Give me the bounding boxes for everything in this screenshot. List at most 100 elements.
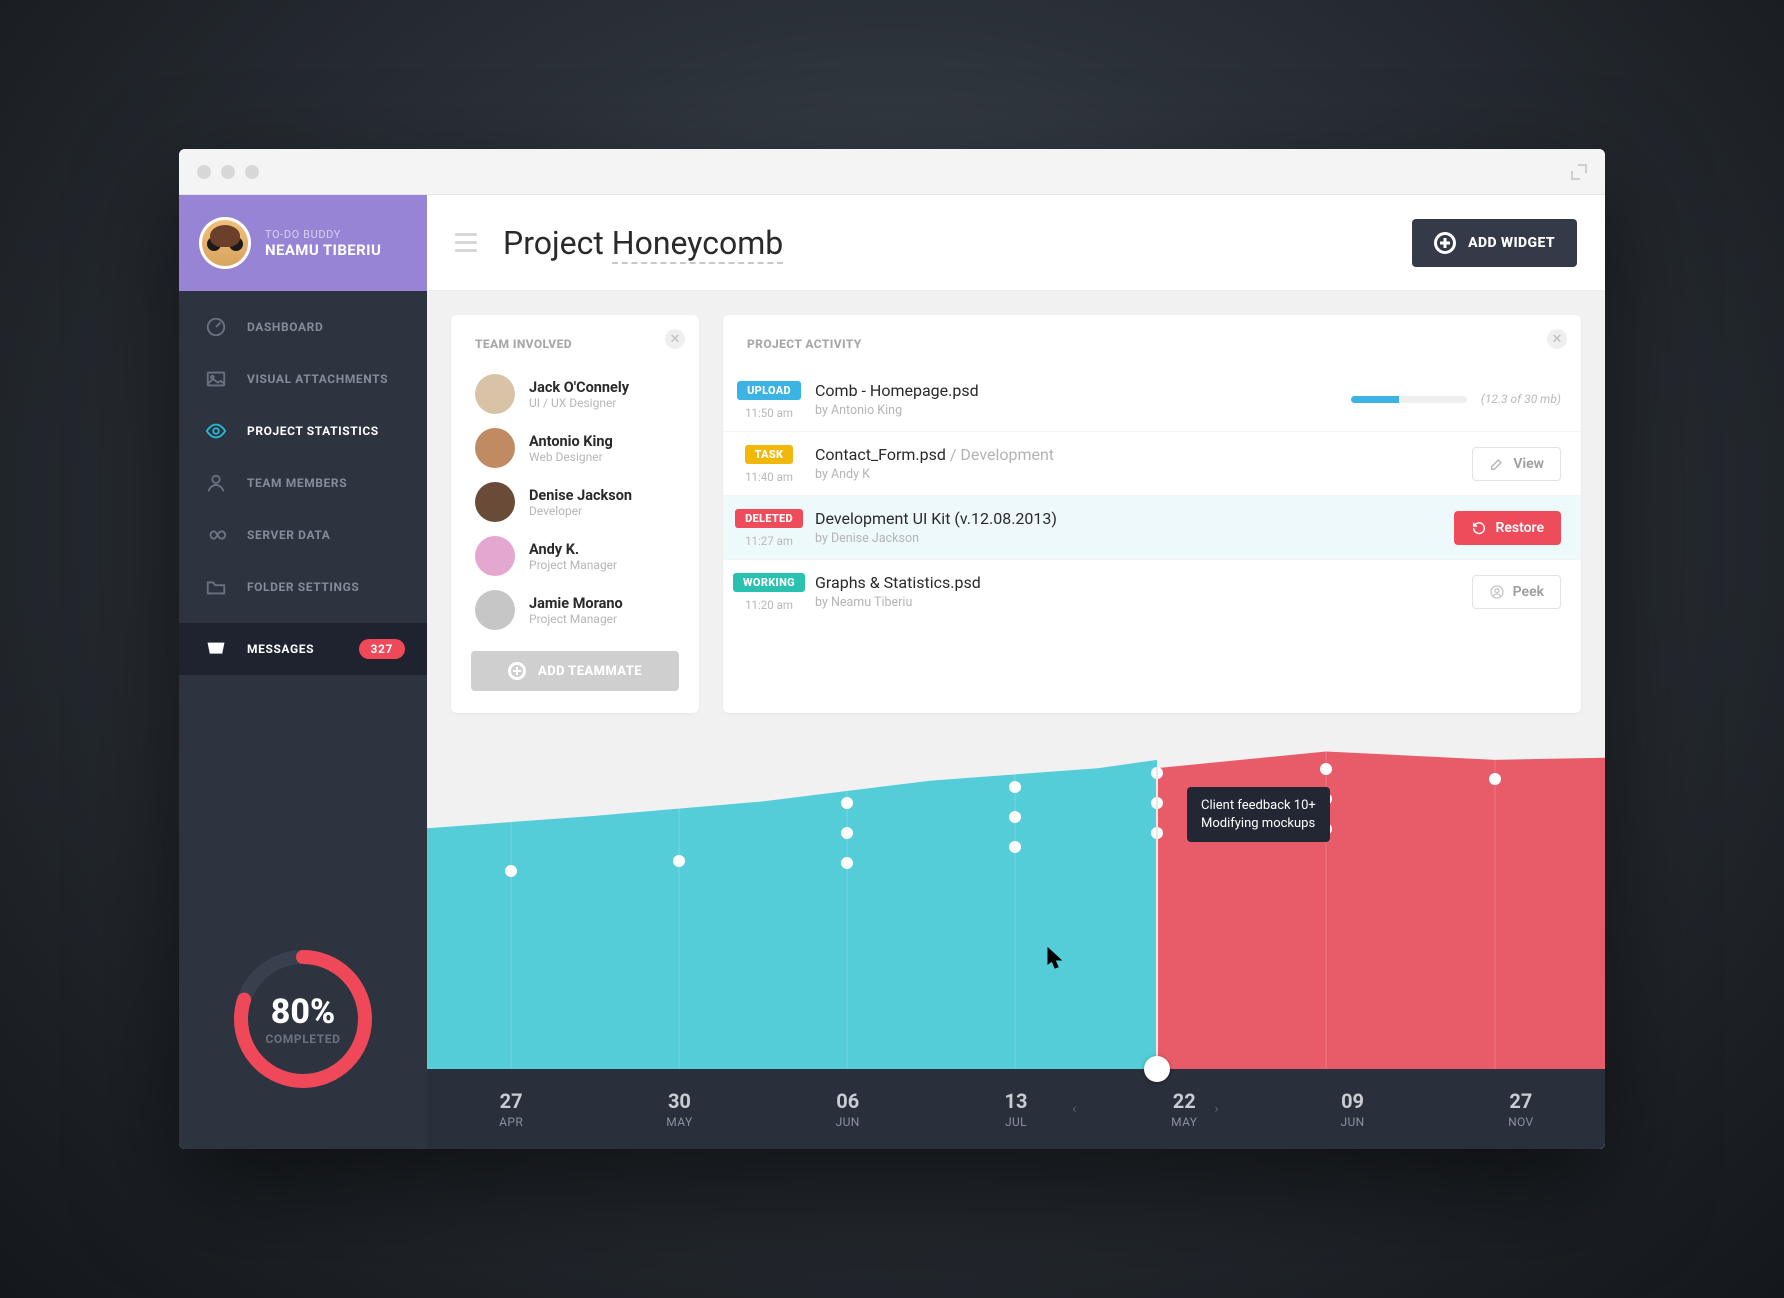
team-role: Project Manager [529, 558, 617, 572]
activity-row[interactable]: DELETED 11:27 am Development UI Kit (v.1… [723, 495, 1581, 559]
page-title: Project Honeycomb [503, 224, 783, 262]
timeline-arrows: ‹› [1072, 1101, 1218, 1117]
window-controls [197, 165, 259, 179]
activity-title-text: Graphs & Statistics.psd [815, 573, 1351, 592]
team-row[interactable]: Jack O'ConnelyUI / UX Designer [451, 367, 699, 421]
team-title: TEAM INVOLVED [451, 315, 699, 367]
gauge-icon [205, 316, 227, 338]
upload-progress [1351, 396, 1467, 403]
chart-point [1009, 781, 1021, 793]
timeline[interactable]: 27APR 30MAY 06JUN 13JUL ‹› 22MAY 09JUN 2… [427, 1069, 1605, 1149]
main: Project Honeycomb ADD WIDGET ✕ TEAM INVO… [427, 195, 1605, 1149]
close-icon[interactable]: ✕ [1547, 329, 1567, 349]
plus-circle-icon [1434, 232, 1456, 254]
user-circle-icon [1489, 584, 1505, 600]
close-icon[interactable]: ✕ [665, 329, 685, 349]
activity-title-text: Contact_Form.psd / Development [815, 445, 1351, 464]
profile-text: TO-DO BUDDY NEAMU TIBERIU [265, 228, 381, 259]
activity-row[interactable]: WORKING 11:20 am Graphs & Statistics.psd… [723, 559, 1581, 623]
eye-icon [205, 420, 227, 442]
team-row[interactable]: Andy K.Project Manager [451, 529, 699, 583]
view-button[interactable]: View [1472, 447, 1561, 481]
nav-label: VISUAL ATTACHMENTS [247, 372, 388, 386]
statistics-chart[interactable]: Client feedback 10+ Modifying mockups [427, 737, 1605, 1069]
header: Project Honeycomb ADD WIDGET [427, 195, 1605, 291]
chart-point [1009, 811, 1021, 823]
upload-size: (12.3 of 30 mb) [1481, 392, 1561, 406]
activity-card: ✕ PROJECT ACTIVITY UPLOAD 11:50 am Comb … [723, 315, 1581, 713]
team-name: Andy K. [529, 541, 617, 558]
timeline-col[interactable]: 06JUN [764, 1069, 932, 1149]
add-widget-button[interactable]: ADD WIDGET [1412, 219, 1577, 267]
profile-label: TO-DO BUDDY [265, 228, 381, 241]
activity-title-text: Development UI Kit (v.12.08.2013) [815, 509, 1351, 528]
team-row[interactable]: Antonio KingWeb Designer [451, 421, 699, 475]
peek-button[interactable]: Peek [1472, 575, 1561, 609]
nav-label: DASHBOARD [247, 320, 323, 334]
chart-point [841, 857, 853, 869]
team-row[interactable]: Denise JacksonDeveloper [451, 475, 699, 529]
nav-folder-settings[interactable]: FOLDER SETTINGS [179, 561, 427, 613]
timeline-col[interactable]: 27APR [427, 1069, 595, 1149]
activity-time: 11:27 am [723, 534, 815, 548]
profile-block[interactable]: TO-DO BUDDY NEAMU TIBERIU [179, 195, 427, 291]
timeline-col[interactable]: 30MAY [595, 1069, 763, 1149]
window-min-dot[interactable] [221, 165, 235, 179]
profile-name: NEAMU TIBERIU [265, 241, 381, 259]
nav: DASHBOARD VISUAL ATTACHMENTS PROJECT STA… [179, 291, 427, 675]
activity-author: by Denise Jackson [815, 531, 1351, 546]
titlebar [179, 149, 1605, 195]
chart-point [505, 865, 517, 877]
panels: ✕ TEAM INVOLVED Jack O'ConnelyUI / UX De… [427, 291, 1605, 737]
activity-author: by Antonio King [815, 403, 1351, 418]
team-row[interactable]: Jamie MoranoProject Manager [451, 583, 699, 637]
window-max-dot[interactable] [245, 165, 259, 179]
nav-server-data[interactable]: SERVER DATA [179, 509, 427, 561]
nav-messages[interactable]: MESSAGES 327 [179, 623, 427, 675]
team-role: Project Manager [529, 612, 623, 626]
status-badge: UPLOAD [737, 381, 801, 400]
completion-percent: 80% [271, 992, 335, 1032]
timeline-col[interactable]: ‹› 22MAY [1100, 1069, 1268, 1149]
status-badge: WORKING [733, 573, 805, 592]
image-icon [205, 368, 227, 390]
title-prefix: Project [503, 224, 612, 262]
team-card: ✕ TEAM INVOLVED Jack O'ConnelyUI / UX De… [451, 315, 699, 713]
activity-row[interactable]: TASK 11:40 am Contact_Form.psd / Develop… [723, 431, 1581, 495]
nav-label: SERVER DATA [247, 528, 330, 542]
infinity-icon [205, 524, 227, 546]
title-highlight: Honeycomb [612, 224, 783, 264]
nav-team-members[interactable]: TEAM MEMBERS [179, 457, 427, 509]
team-name: Jamie Morano [529, 595, 623, 612]
nav-dashboard[interactable]: DASHBOARD [179, 301, 427, 353]
team-name: Denise Jackson [529, 487, 632, 504]
chart-tooltip: Client feedback 10+ Modifying mockups [1187, 787, 1330, 842]
folder-icon [205, 576, 227, 598]
chart-point [1009, 841, 1021, 853]
app-window: TO-DO BUDDY NEAMU TIBERIU DASHBOARD VISU… [179, 149, 1605, 1149]
nav-project-statistics[interactable]: PROJECT STATISTICS [179, 405, 427, 457]
activity-author: by Andy K [815, 467, 1351, 482]
activity-time: 11:20 am [723, 598, 815, 612]
restore-button[interactable]: Restore [1454, 511, 1561, 545]
activity-title-text: Comb - Homepage.psd [815, 381, 1351, 400]
timeline-col[interactable]: 09JUN [1268, 1069, 1436, 1149]
timeline-col[interactable]: 27NOV [1437, 1069, 1605, 1149]
avatar [199, 217, 251, 269]
expand-icon[interactable] [1571, 164, 1587, 180]
completion-ring: 80% COMPLETED [228, 944, 378, 1094]
inbox-icon [205, 638, 227, 660]
status-badge: TASK [745, 445, 794, 464]
add-teammate-button[interactable]: ADD TEAMMATE [471, 651, 679, 691]
avatar [475, 482, 515, 522]
tooltip-line2: Modifying mockups [1201, 815, 1316, 833]
avatar [475, 590, 515, 630]
window-close-dot[interactable] [197, 165, 211, 179]
chart-point [841, 797, 853, 809]
edit-icon [1489, 456, 1505, 472]
menu-icon[interactable] [455, 233, 477, 252]
activity-row[interactable]: UPLOAD 11:50 am Comb - Homepage.psd by A… [723, 367, 1581, 431]
nav-visual-attachments[interactable]: VISUAL ATTACHMENTS [179, 353, 427, 405]
status-badge: DELETED [735, 509, 803, 528]
team-name: Jack O'Connely [529, 379, 629, 396]
